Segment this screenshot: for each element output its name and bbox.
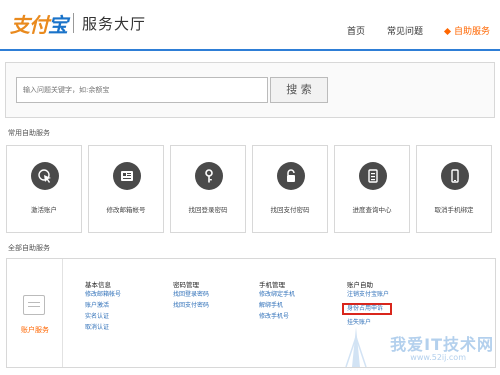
tile-recover-payment-password[interactable]: 找回支付密码 xyxy=(252,145,328,233)
tile-activate-account[interactable]: 激活账户 xyxy=(6,145,82,233)
link-change-email[interactable]: 修改邮箱帐号 xyxy=(85,292,121,298)
tile-label: 找回支付密码 xyxy=(270,206,310,214)
tile-label: 取消手机绑定 xyxy=(434,206,474,214)
nav-self-service-label: 自助服务 xyxy=(453,27,490,37)
tile-label: 修改邮箱帐号 xyxy=(106,206,146,214)
logo-mark-b: 宝 xyxy=(48,12,68,37)
watermark-text: 我爱IT技术网 xyxy=(390,335,494,354)
page-header: 支付宝 服务大厅 首页 常见问题 自助服务 xyxy=(0,0,500,51)
document-list-icon xyxy=(359,162,387,190)
link-close-account[interactable]: 注销支付宝账户 xyxy=(347,292,392,298)
cursor-click-icon xyxy=(31,162,59,190)
column-heading: 密码管理 xyxy=(173,281,199,289)
tile-unbind-phone[interactable]: 取消手机绑定 xyxy=(416,145,492,233)
link-identity-appeal[interactable]: 身份占用申诉 xyxy=(342,303,392,315)
tile-label: 找回登录密码 xyxy=(188,206,228,214)
active-diamond-icon xyxy=(443,27,452,36)
top-nav: 首页 常见问题 自助服务 xyxy=(325,24,490,37)
logo-mark-a: 支付 xyxy=(10,12,49,37)
nav-home[interactable]: 首页 xyxy=(347,24,365,37)
site-watermark: 我爱IT技术网 www.52ij.com xyxy=(336,327,496,369)
tile-label: 激活账户 xyxy=(31,206,57,214)
account-services-label: 账户服务 xyxy=(21,326,49,334)
lock-icon xyxy=(277,162,305,190)
search-input[interactable] xyxy=(16,77,268,103)
column-heading: 手机管理 xyxy=(259,281,285,289)
link-real-name-auth[interactable]: 实名认证 xyxy=(85,314,121,320)
link-activate-account[interactable]: 账户激活 xyxy=(85,303,121,309)
account-card-icon xyxy=(23,295,45,315)
column-basic-info: 基本信息 修改邮箱帐号 账户激活 实名认证 取消认证 xyxy=(85,279,121,336)
column-account-self-service: 账户自助 注销支付宝账户 身份占用申诉 挂失账户 xyxy=(342,279,392,331)
alipay-logo[interactable]: 支付宝 服务大厅 xyxy=(10,8,146,38)
tile-progress-center[interactable]: 进度查询中心 xyxy=(334,145,410,233)
logo-mark: 支付宝 xyxy=(10,9,68,38)
id-card-icon xyxy=(113,162,141,190)
link-unbind-phone[interactable]: 解绑手机 xyxy=(259,303,295,309)
link-report-lost-account[interactable]: 挂失账户 xyxy=(347,320,392,326)
common-services-tiles: 激活账户 修改邮箱帐号 找回登录密码 找回支付密码 进度查询中心 取消手机绑定 xyxy=(6,145,496,233)
mobile-phone-icon xyxy=(441,162,469,190)
search-button[interactable]: 搜 索 xyxy=(270,77,328,103)
nav-faq[interactable]: 常见问题 xyxy=(387,24,423,37)
search-panel: 搜 索 xyxy=(5,62,495,118)
all-services-title: 全部自助服务 xyxy=(8,244,50,252)
link-recover-payment-password[interactable]: 找回支付密码 xyxy=(173,303,209,309)
common-services-title: 常用自助服务 xyxy=(8,129,50,137)
header-divider xyxy=(0,49,500,51)
watermark-url: www.52ij.com xyxy=(410,353,466,362)
link-change-bound-phone[interactable]: 修改绑定手机 xyxy=(259,292,295,298)
logo-divider xyxy=(73,13,74,33)
column-heading: 账户自助 xyxy=(347,281,373,289)
link-recover-login-password[interactable]: 找回登录密码 xyxy=(173,292,209,298)
tile-change-email[interactable]: 修改邮箱帐号 xyxy=(88,145,164,233)
tile-recover-login-password[interactable]: 找回登录密码 xyxy=(170,145,246,233)
column-password-mgmt: 密码管理 找回登录密码 找回支付密码 xyxy=(173,279,209,314)
link-cancel-auth[interactable]: 取消认证 xyxy=(85,325,121,331)
column-heading: 基本信息 xyxy=(85,281,111,289)
key-icon xyxy=(195,162,223,190)
link-change-phone-number[interactable]: 修改手机号 xyxy=(259,314,295,320)
column-phone-mgmt: 手机管理 修改绑定手机 解绑手机 修改手机号 xyxy=(259,279,295,325)
account-services-category[interactable]: 账户服务 xyxy=(7,259,63,367)
tile-label: 进度查询中心 xyxy=(352,206,392,214)
logo-title: 服务大厅 xyxy=(82,14,147,33)
tower-logo-icon xyxy=(345,327,367,367)
nav-self-service[interactable]: 自助服务 xyxy=(443,24,490,37)
